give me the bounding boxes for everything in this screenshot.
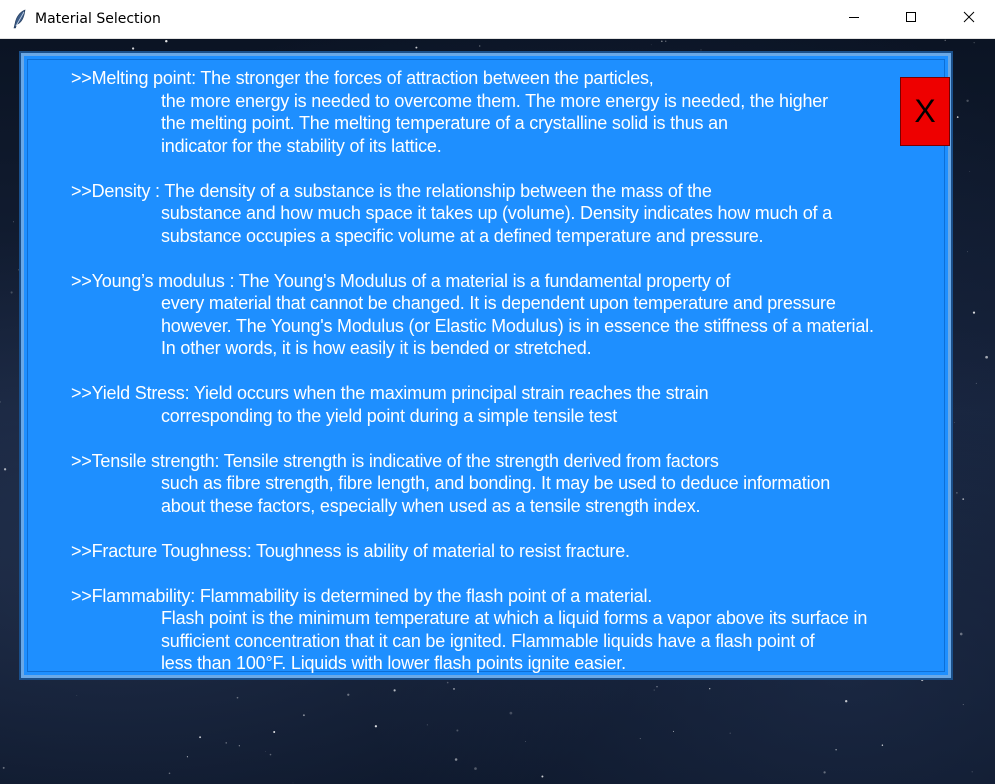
maximize-icon (905, 10, 917, 28)
title-bar[interactable]: Material Selection (0, 0, 995, 39)
app-window: Material Selection >>Melting point: The … (0, 0, 995, 784)
property-description-line: sufficient concentration that it can be … (161, 630, 815, 651)
property-description-line: Flash point is the minimum temperature a… (161, 608, 868, 628)
property-description-line: In other words, it is how easily it is b… (161, 338, 592, 358)
property-heading: >>Young’s modulus : The Young's Modulus … (71, 270, 731, 291)
property-description-line: however. The Young's Modulus (or Elastic… (161, 315, 874, 336)
property-entry: >>Flammability: Flammability is determin… (71, 585, 951, 675)
window-close-button[interactable] (940, 0, 995, 38)
property-heading: >>Melting point: The stronger the forces… (71, 68, 654, 88)
property-description-line: such as fibre strength, fibre length, an… (161, 473, 831, 493)
property-description-line: corresponding to the yield point during … (161, 405, 618, 426)
minimize-button[interactable] (825, 0, 883, 38)
property-description-line: the more energy is needed to overcome th… (161, 90, 828, 111)
feather-icon (12, 9, 28, 29)
property-heading: >>Tensile strength: Tensile strength is … (71, 450, 719, 471)
property-entry: >>Melting point: The stronger the forces… (71, 67, 951, 157)
property-description-line: substance occupies a specific volume at … (161, 225, 764, 246)
property-entry: >>Tensile strength: Tensile strength is … (71, 450, 951, 518)
property-descriptions: >>Melting point: The stronger the forces… (71, 67, 951, 697)
close-icon (963, 10, 975, 28)
property-heading: >>Fracture Toughness: Toughness is abili… (71, 540, 630, 561)
info-panel: >>Melting point: The stronger the forces… (19, 51, 953, 680)
property-description-line: indicator for the stability of its latti… (161, 135, 442, 156)
property-entry: >>Young’s modulus : The Young's Modulus … (71, 270, 951, 360)
property-description-line: less than 100°F. Liquids with lower flas… (161, 653, 626, 673)
window-title: Material Selection (35, 11, 161, 27)
property-heading: >>Yield Stress: Yield occurs when the ma… (71, 383, 709, 403)
property-description-line: substance and how much space it takes up… (161, 203, 832, 223)
maximize-button[interactable] (882, 0, 940, 38)
property-heading: >>Flammability: Flammability is determin… (71, 585, 653, 606)
property-entry: >>Yield Stress: Yield occurs when the ma… (71, 382, 951, 427)
property-description-line: every material that cannot be changed. I… (161, 293, 836, 313)
close-panel-button[interactable]: X (900, 77, 950, 146)
minimize-icon (848, 10, 860, 28)
property-entry: >>Density : The density of a substance i… (71, 180, 951, 248)
property-heading: >>Density : The density of a substance i… (71, 180, 712, 201)
property-entry: >>Fracture Toughness: Toughness is abili… (71, 540, 951, 563)
property-description-line: about these factors, especially when use… (161, 495, 701, 516)
property-description-line: the melting point. The melting temperatu… (161, 113, 728, 133)
